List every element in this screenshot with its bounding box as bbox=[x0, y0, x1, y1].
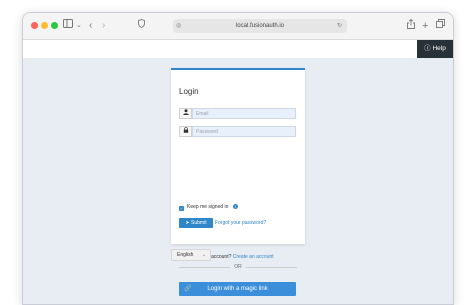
login-title: Login bbox=[179, 87, 199, 96]
email-field bbox=[179, 108, 296, 119]
maximize-window-button[interactable] bbox=[51, 22, 58, 29]
login-card: Login ✓ Keep me signed in i ➤ Submit For… bbox=[171, 68, 305, 296]
sidebar-icon[interactable] bbox=[63, 19, 73, 33]
address-bar[interactable]: ◎ local.fusionauth.io ↻ bbox=[173, 19, 347, 33]
minimize-window-button[interactable] bbox=[41, 22, 48, 29]
plus-icon[interactable]: + bbox=[422, 19, 428, 33]
email-input[interactable] bbox=[192, 108, 296, 119]
help-circle-icon: ⓘ bbox=[424, 45, 431, 52]
url-text: local.fusionauth.io bbox=[235, 23, 285, 29]
header-strip: ⓘ Help bbox=[23, 40, 453, 58]
or-divider-right bbox=[246, 267, 297, 268]
password-field bbox=[179, 126, 296, 137]
browser-toolbar: ⌄ ‹ › ◎ local.fusionauth.io ↻ + bbox=[23, 13, 453, 40]
browser-window: ⌄ ‹ › ◎ local.fusionauth.io ↻ + ⓘ Help L… bbox=[22, 12, 454, 305]
chevron-down-icon: ⌄ bbox=[201, 252, 206, 258]
keep-signed-in-label: Keep me signed in bbox=[187, 204, 229, 210]
shield-icon[interactable] bbox=[138, 19, 145, 33]
close-window-button[interactable] bbox=[31, 22, 38, 29]
chevron-right-icon[interactable]: › bbox=[102, 19, 105, 33]
help-button[interactable]: ⓘ Help bbox=[417, 40, 453, 58]
create-account-link[interactable]: Create an account bbox=[233, 254, 274, 260]
chevron-down-icon[interactable]: ⌄ bbox=[76, 19, 82, 33]
user-icon bbox=[179, 108, 192, 119]
chevron-left-icon[interactable]: ‹ bbox=[89, 19, 92, 33]
tabs-overview-icon[interactable] bbox=[436, 19, 445, 33]
keep-signed-in-checkbox[interactable]: ✓ bbox=[179, 206, 184, 211]
password-input[interactable] bbox=[192, 126, 296, 137]
submit-button[interactable]: ➤ Submit bbox=[179, 218, 213, 228]
share-icon[interactable] bbox=[407, 18, 415, 34]
info-icon[interactable]: i bbox=[233, 204, 238, 209]
magic-link-button[interactable]: 🔗 Login with a magic link bbox=[179, 282, 296, 296]
submit-label: Submit bbox=[191, 220, 207, 226]
reload-icon[interactable]: ↻ bbox=[337, 19, 342, 33]
help-label: Help bbox=[432, 45, 446, 52]
magic-link-label: Login with a magic link bbox=[207, 286, 268, 292]
language-select[interactable]: English ⌄ bbox=[171, 249, 211, 261]
forgot-password-link[interactable]: Forgot your password? bbox=[215, 218, 266, 228]
arrow-right-icon: ➤ bbox=[185, 220, 190, 226]
lock-icon bbox=[179, 126, 192, 137]
language-selected: English bbox=[177, 252, 194, 258]
